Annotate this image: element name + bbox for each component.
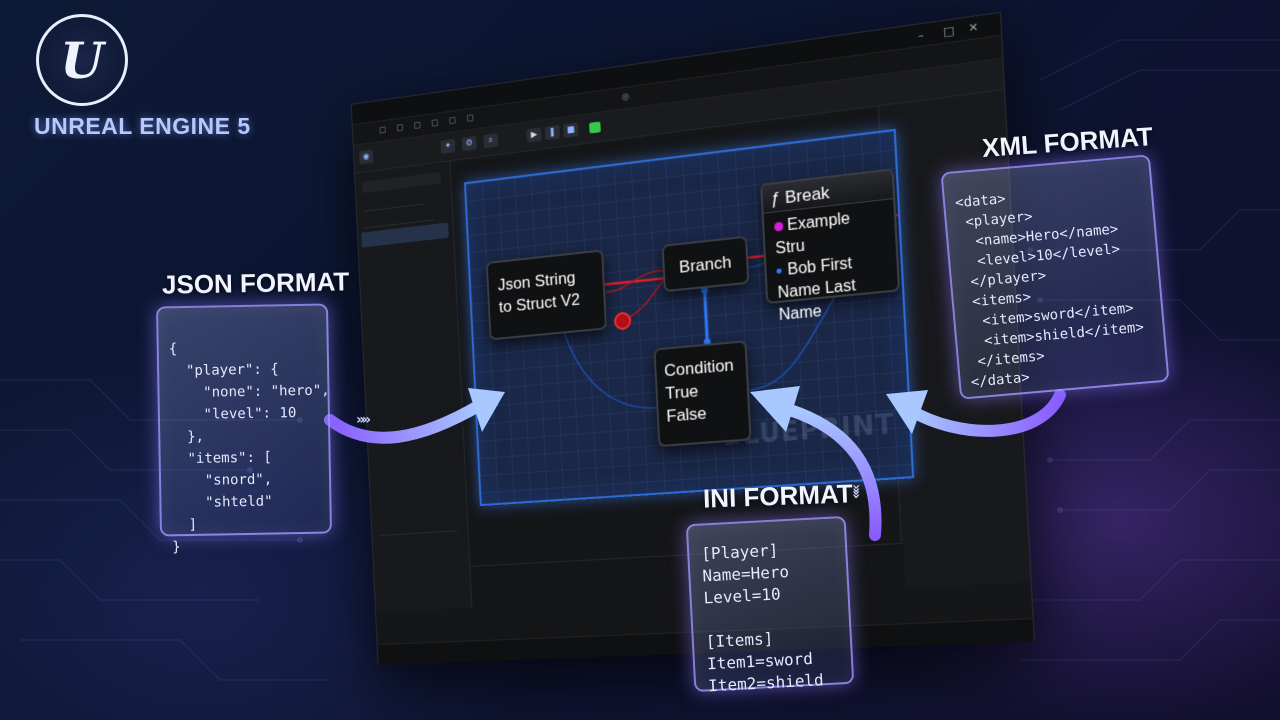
panel-search-input[interactable] [362,172,441,194]
break-function-icon: ƒ [770,188,781,209]
status-indicator [589,121,601,134]
logo-mark-letter: U [60,30,104,90]
xml-format-card: <data> <player> <name>Hero</name> <level… [940,154,1170,400]
details-header [379,530,459,547]
my-blueprint-panel [354,161,473,613]
node-branch-title: Branch [678,252,732,277]
node-break-title: Break [784,182,831,208]
code-line: ] [171,516,198,534]
ue-logo-icon[interactable]: ◉ [359,149,374,165]
code-line: "snord", [170,471,273,490]
code-line: }, [170,428,205,446]
node-condition[interactable]: Condition True False [653,340,752,448]
code-line: { [168,341,178,358]
struct-pin-icon[interactable] [774,221,784,232]
node-break-pin1: Example Stru [774,210,851,258]
data-pin-icon[interactable] [776,268,782,275]
json-code: { "player": { "none": "hero", "level": 1… [168,336,330,559]
logo-wordmark: UNREAL ENGINE 5 [34,113,251,139]
node-break-body: Example Stru Bob First Name Last Name [764,199,900,332]
compile-icon[interactable]: ✦ [440,138,456,154]
code-line: "items": [ [170,449,272,468]
panel-row[interactable] [363,193,425,212]
maximize-icon[interactable]: □ [943,24,955,39]
code-line: "player": { [168,361,279,380]
node-json-string-to-struct[interactable]: Json String to Struct V2 [485,249,608,341]
menu-icon-4[interactable]: ▢ [431,118,439,128]
pause-icon[interactable]: ❚ [544,124,561,141]
search-icon[interactable]: ◎ [622,92,630,103]
menu-icon-6[interactable]: ▢ [466,113,474,124]
menu-icon-5[interactable]: ▢ [448,116,456,126]
json-format-card: { "player": { "none": "hero", "level": 1… [156,303,332,555]
code-line: "shteld" [171,493,273,512]
ini-code: [Player] Name=Hero Level=10 [Items] Item1=s… [701,537,841,698]
editor-perspective-wrapper: – □ ✕ ▢ ▢ ▢ ▢ ▢ ▢ ◎ ◉ ✦ ⚙ ⌕ ▶ ❚ ■ BLUEPR… [300,11,1035,670]
menu-icon-2[interactable]: ▢ [396,123,404,133]
code-line: "none": "hero", [169,382,330,402]
code-line: } [172,539,181,556]
ini-format-title: INI FORMAT [702,478,854,514]
node-break-struct[interactable]: ƒ Break Example Stru Bob First Name Last… [760,168,901,324]
xml-code: <data> <player> <name>Hero</name> <level… [954,177,1157,392]
unreal-engine-logo: U UNREAL ENGINE 5 [34,14,294,144]
node-condition-false: False [666,403,708,426]
play-icon[interactable]: ▶ [526,127,542,143]
minimize-icon[interactable]: – [918,28,924,42]
node-break-pin3: Name Last Name [777,277,857,325]
menu-icon-3[interactable]: ▢ [413,121,421,131]
stop-icon[interactable]: ■ [563,122,579,138]
browse-icon[interactable]: ⌕ [483,133,499,149]
node-branch[interactable]: Branch [661,235,750,293]
unreal-logo-icon: U [36,14,128,106]
node-break-pin2: Bob First [787,254,853,279]
blueprint-graph[interactable]: BLUEPRINT Json String to Struct V2 Branc… [463,128,915,507]
chevron-right-icon: »» [356,412,371,428]
save-icon[interactable]: ⚙ [461,135,477,152]
code-line: "level": 10 [169,405,297,424]
thumbnail-stage: U UNREAL ENGINE 5 – □ ✕ ▢ ▢ ▢ ▢ ▢ ▢ ◎ ◉ … [0,0,1280,720]
json-format-title: JSON FORMAT [161,266,350,300]
close-icon[interactable]: ✕ [968,20,979,35]
menu-icon-1[interactable]: ▢ [379,125,387,135]
ini-format-card: [Player] Name=Hero Level=10 [Items] Item1=s… [685,515,855,695]
